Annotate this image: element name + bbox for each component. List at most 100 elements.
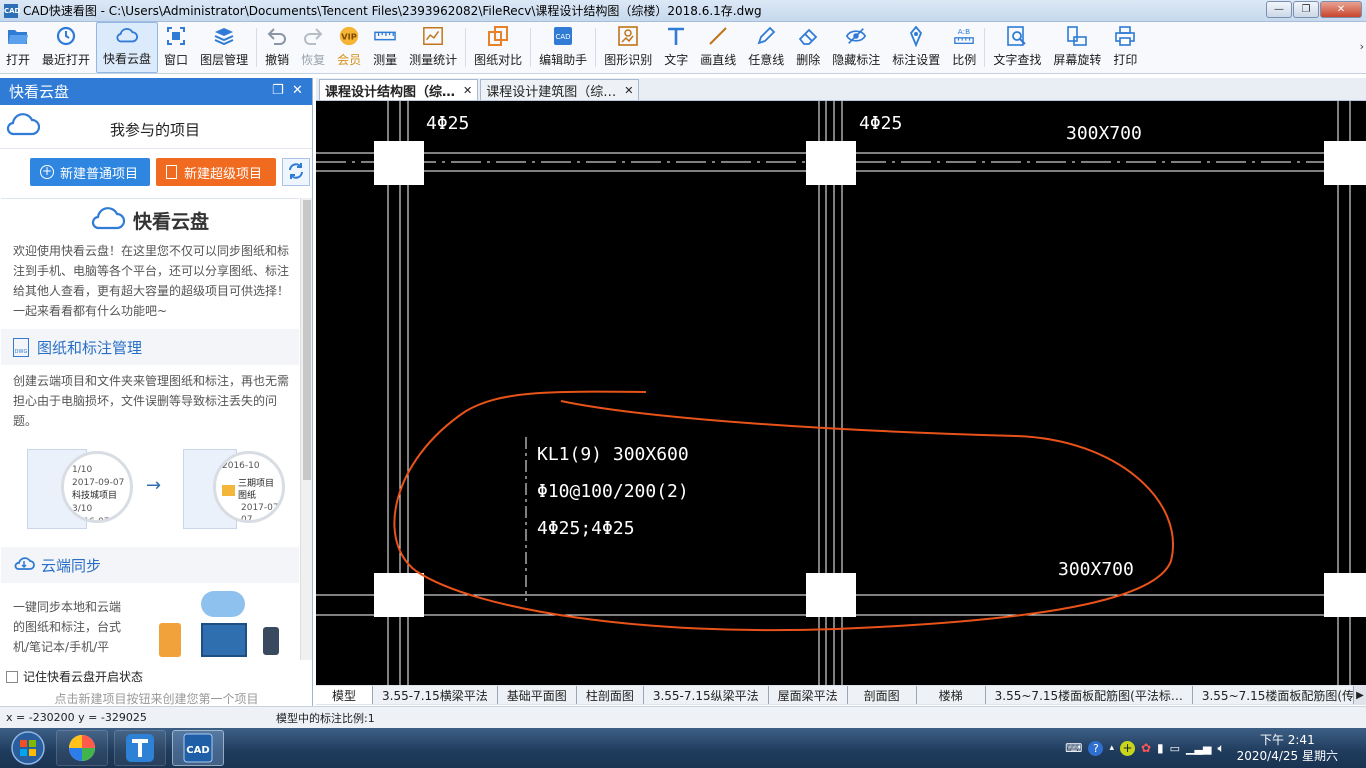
t-app-icon xyxy=(126,734,154,762)
layout-tab[interactable]: 楼梯 xyxy=(916,686,986,704)
main-toolbar: 打开 最近打开 快看云盘 窗口 图层管理 撤销 恢复 VIP 会员 测量 测量统… xyxy=(0,22,1366,74)
minimize-button[interactable]: — xyxy=(1266,1,1292,18)
title-bar: CAD CAD快速看图 - C:\Users\Administrator\Doc… xyxy=(0,0,1366,22)
close-panel-icon[interactable]: ✕ xyxy=(292,83,303,98)
doc-tab-structure[interactable]: 课程设计结构图（综… ✕ xyxy=(319,79,479,100)
printer-icon xyxy=(1114,25,1136,47)
refresh-button[interactable] xyxy=(282,158,310,186)
beam-size-top-right: 300X700 xyxy=(1066,123,1142,144)
freehand-line-button[interactable]: 任意线 xyxy=(742,22,790,73)
start-button[interactable] xyxy=(6,729,50,767)
side-panel-title: 快看云盘 xyxy=(9,83,70,101)
add-icon[interactable]: + xyxy=(1119,740,1135,756)
recent-open-button[interactable]: 最近打开 xyxy=(36,22,96,73)
eraser-icon xyxy=(797,25,819,47)
volume-icon[interactable]: 🔈︎ xyxy=(1217,741,1224,756)
beam-spec-label: KL1(9) 300X600 xyxy=(537,444,689,465)
svg-text:CAD: CAD xyxy=(556,33,571,41)
taskbar-app-pinwheel[interactable] xyxy=(56,730,108,766)
rebar-label-top-mid: 4Φ25 xyxy=(859,113,902,134)
vip-button[interactable]: VIP 会员 xyxy=(331,22,367,73)
undo-button[interactable]: 撤销 xyxy=(259,22,295,73)
compare-button[interactable]: 图纸对比 xyxy=(468,22,528,73)
cloud-disk-button[interactable]: 快看云盘 xyxy=(96,22,159,73)
measure-stats-button[interactable]: 测量统计 xyxy=(403,22,463,73)
text-search-button[interactable]: 文字查找 xyxy=(987,22,1047,73)
close-tab-icon[interactable]: ✕ xyxy=(624,84,633,97)
tray-expand-icon[interactable]: ▴ xyxy=(1109,743,1114,753)
toolbar-separator xyxy=(595,28,597,67)
recent-clock-icon xyxy=(55,25,77,47)
doc-tab-architecture[interactable]: 课程设计建筑图（综… ✕ xyxy=(480,79,640,100)
layout-tab[interactable]: 3.55~7.15楼面板配筋图(平法标… xyxy=(985,686,1193,704)
layout-tab[interactable]: 基础平面图 xyxy=(497,686,577,704)
tablet-illustration-icon xyxy=(159,623,181,657)
phone-illustration-icon xyxy=(263,627,279,655)
cad-edit-icon: CAD xyxy=(552,25,574,47)
keyboard-icon[interactable]: ⌨ xyxy=(1065,741,1082,755)
open-button[interactable]: 打开 xyxy=(0,22,36,73)
window-button[interactable]: 窗口 xyxy=(158,22,194,73)
arrow-right-icon: → xyxy=(146,475,162,496)
shape-recognize-button[interactable]: 图形识别 xyxy=(598,22,658,73)
redo-icon xyxy=(302,25,324,47)
layout-tab[interactable]: 剖面图 xyxy=(847,686,917,704)
scale-icon: A:B xyxy=(953,25,975,47)
help-icon[interactable]: ? xyxy=(1088,740,1104,756)
network-tool-icon[interactable]: ✿ xyxy=(1141,741,1151,755)
edit-assistant-button[interactable]: CAD 编辑助手 xyxy=(533,22,593,73)
cad-app-icon: CAD xyxy=(183,733,213,763)
annotation-settings-icon xyxy=(905,25,927,47)
taskbar-app-cad[interactable]: CAD xyxy=(172,730,224,766)
redo-button[interactable]: 恢复 xyxy=(295,22,331,73)
checkbox-box[interactable] xyxy=(6,670,18,683)
text-button[interactable]: 文字 xyxy=(658,22,694,73)
coordinate-readout: x = -230200 y = -329025 xyxy=(6,711,147,724)
side-scrollbar[interactable] xyxy=(300,198,312,660)
layout-tab[interactable]: 3.55-7.15横梁平法 xyxy=(373,686,498,704)
layout-tab[interactable]: 3.55~7.15楼面板配筋图(传统 xyxy=(1192,686,1354,704)
annotation-settings-button[interactable]: 标注设置 xyxy=(886,22,946,73)
cloud-icon xyxy=(116,24,138,46)
scroll-thumb[interactable] xyxy=(303,200,311,480)
my-projects-title: 我参与的项目 xyxy=(110,121,201,139)
system-clock[interactable]: 下午 2:41 2020/4/25 星期六 xyxy=(1237,732,1338,764)
new-normal-project-button[interactable]: + 新建普通项目 xyxy=(30,158,150,186)
device-icon[interactable]: ▮ xyxy=(1157,741,1164,755)
restore-panel-icon[interactable]: ❐ xyxy=(272,83,284,98)
print-button[interactable]: 打印 xyxy=(1107,22,1143,73)
vip-icon: VIP xyxy=(338,25,360,47)
new-super-project-button[interactable]: 新建超级项目 xyxy=(156,158,276,186)
signal-icon[interactable]: ▁▃▅ xyxy=(1186,742,1211,755)
cloud-sync-icon xyxy=(13,554,35,576)
layer-manager-button[interactable]: 图层管理 xyxy=(194,22,254,73)
layout-tab-model[interactable]: 模型 xyxy=(316,686,374,704)
scale-button[interactable]: A:B 比例 xyxy=(946,22,982,73)
cad-drawing[interactable]: 4Φ25 4Φ25 300X700 KL1(9) 300X600 Φ10@100… xyxy=(316,101,1366,685)
taskbar-app-t[interactable] xyxy=(114,730,166,766)
tab-scroll-right-icon[interactable]: ▶ xyxy=(1354,690,1366,701)
maximize-button[interactable]: ❐ xyxy=(1293,1,1319,18)
toolbar-separator xyxy=(256,28,258,67)
toolbar-more-chevron-icon[interactable]: › xyxy=(1360,40,1364,53)
measure-button[interactable]: 测量 xyxy=(367,22,403,73)
layout-tab[interactable]: 3.55-7.15纵梁平法 xyxy=(643,686,769,704)
drawing-canvas[interactable]: 4Φ25 4Φ25 300X700 KL1(9) 300X600 Φ10@100… xyxy=(316,101,1366,685)
battery-icon[interactable]: ▭ xyxy=(1170,742,1180,755)
delete-button[interactable]: 删除 xyxy=(790,22,826,73)
rotate-screen-button[interactable]: 屏幕旋转 xyxy=(1047,22,1107,73)
hide-annotations-button[interactable]: 隐藏标注 xyxy=(826,22,886,73)
layout-tab[interactable]: 屋面梁平法 xyxy=(768,686,848,704)
status-bar: x = -230200 y = -329025 模型中的标注比例:1 xyxy=(0,706,1366,728)
freehand-annotation[interactable] xyxy=(393,390,1174,632)
remember-state-checkbox[interactable]: 记住快看云盘开启状态 xyxy=(6,668,143,685)
intro-text: 欢迎使用快看云盘！在这里您不仅可以同步图纸和标注到手机、电脑等各个平台，还可以分… xyxy=(13,244,290,318)
close-tab-icon[interactable]: ✕ xyxy=(463,84,472,97)
close-button[interactable]: ✕ xyxy=(1320,1,1362,18)
create-project-hint: 点击新建项目按钮来创建您第一个项目 xyxy=(54,692,259,706)
layout-tab[interactable]: 柱剖面图 xyxy=(576,686,644,704)
rebar-label-top-left: 4Φ25 xyxy=(426,113,469,134)
cloud-sync-text: 一键同步本地和云端的图纸和标注，台式机/笔记本/手机/平板，各个平台图纸标注 xyxy=(13,600,122,654)
cloud-icon xyxy=(6,113,41,140)
draw-line-button[interactable]: 画直线 xyxy=(694,22,742,73)
